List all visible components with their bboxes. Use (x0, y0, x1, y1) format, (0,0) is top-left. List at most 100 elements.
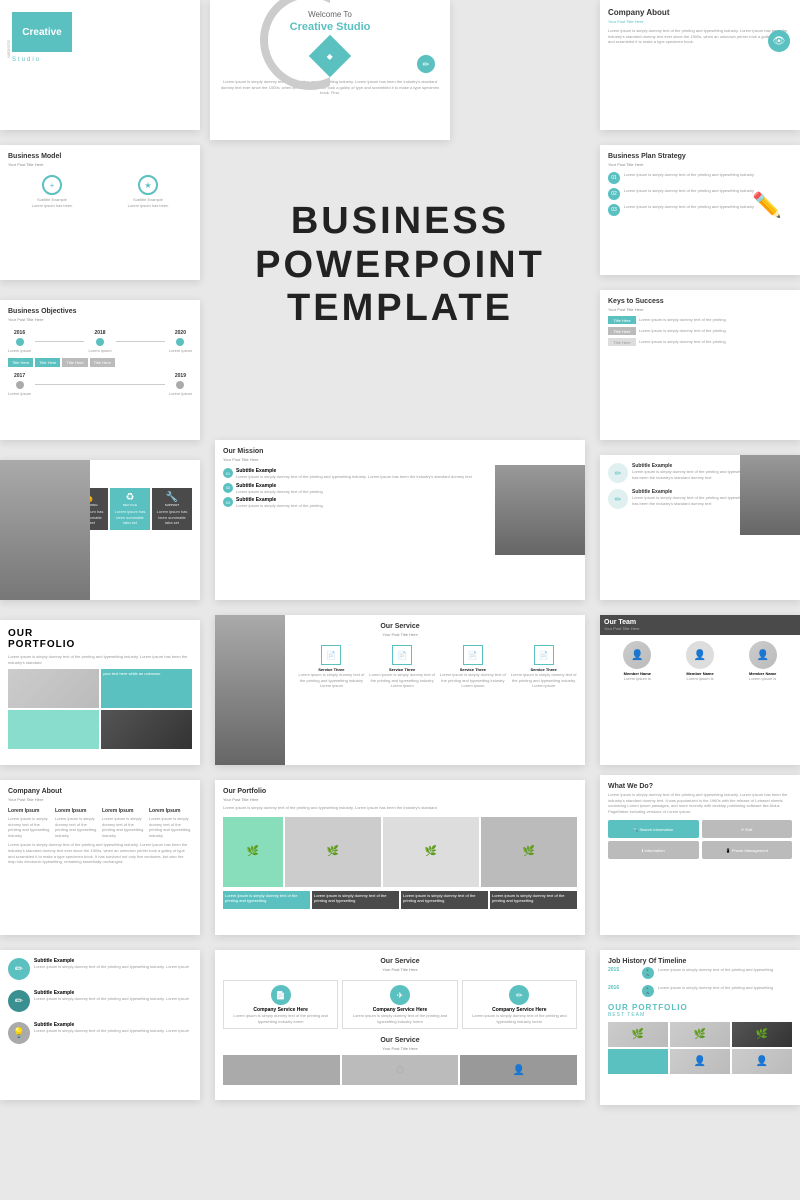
slide-business-plan: Business Plan Strategy Your Post Title H… (600, 145, 800, 275)
wwd-buttons[interactable]: 🔍 Search Information ✏ Edit ℹ Informatio… (608, 820, 792, 859)
avatar-3: 👤 (749, 641, 777, 669)
sub-ex-3: 💡 Subtitle Example Lorem ipsum is simply… (8, 1022, 192, 1044)
btn-information[interactable]: ℹ Information (608, 841, 699, 859)
svc-bottom-title: Our Service (223, 958, 577, 965)
pr-cell-2: 🌿 (670, 1022, 730, 1047)
slide-our-team: Our Team Your Post Title Here 👤 Member N… (600, 615, 800, 765)
port-img-1: 🌿 (223, 817, 283, 887)
mission-title: Our Mission (223, 448, 577, 455)
main-title: BUSINESS POWERPOINT TEMPLATE (230, 200, 570, 331)
btn-phone[interactable]: 📱 Phone Management (702, 841, 793, 859)
service-man-image (215, 615, 285, 765)
logo-creative: Creative (22, 27, 61, 38)
btn-search-info[interactable]: 🔍 Search Information (608, 820, 699, 838)
jh-item-2015: 2015 🚶 Lorem ipsum is simply dummy text … (608, 967, 792, 979)
svc-icon-1: 📄 (271, 985, 291, 1005)
vertical-website-text: WEBSITE (6, 40, 11, 58)
pr-grid: 🌿 🌿 🌿 👤 👤 (608, 1022, 792, 1074)
title-badges: Title Here Title Here Title Here Title H… (8, 358, 192, 367)
ks-subtitle: Your Post Title Here (608, 307, 792, 312)
service-col-1: 📄 Service Three Lorem ipsum is simply du… (298, 645, 365, 689)
sub-ex-icon-1: ✏ (8, 958, 30, 980)
wwd-right-body: Lorem ipsum is simply dummy text of the … (608, 792, 792, 814)
avatar-1: 👤 (623, 641, 651, 669)
pr-cell-3: 🌿 (732, 1022, 792, 1047)
pencil-icon: ✏ (417, 55, 435, 73)
logo-studio: Studio (12, 57, 188, 63)
tl-line-2 (116, 341, 165, 342)
sub-ex-1: ✏ Subtitle Example Lorem ipsum is simply… (8, 958, 192, 980)
jh-title: Job History Of Timeline (608, 958, 792, 965)
portfolio-body: Lorem ipsum is simply dummy text of the … (8, 654, 192, 665)
slide-subtitle-examples-right: ✏ Subtitle Example Lorem ipsum is simply… (600, 455, 800, 600)
bo-title: Business Objectives (8, 308, 192, 315)
icon-support: 🔧 SUPPORT Lorem ipsum has been summatte … (152, 488, 192, 530)
our-portfolio-right-section: OUR PORTFOLIO BEST TEAM 🌿 🌿 🌿 👤 👤 (608, 1003, 792, 1074)
pg-cell-4 (101, 710, 192, 749)
sub-ex-2: ✏ Subtitle Example Lorem ipsum is simply… (8, 990, 192, 1012)
our-portfolio-right-title: OUR PORTFOLIO (608, 1003, 792, 1012)
wheel-decoration (250, 0, 330, 100)
company-about-body: Lorem ipsum is simply dummy text of the … (608, 28, 792, 45)
slide-our-portfolio-center: Our Portfolio Your Post Title Here Lorem… (215, 780, 585, 935)
btn-edit[interactable]: ✏ Edit (702, 820, 793, 838)
jh-icon-2: 🚶 (642, 985, 654, 997)
pr-cell-1: 🌿 (608, 1022, 668, 1047)
mountain-image (740, 455, 800, 535)
svc-card-1: 📄 Company Service Here Lorem ipsum is si… (223, 980, 338, 1029)
bo-subtitle: Your Post Title Here (8, 317, 192, 322)
ca-col-2: Lorem Ipsum Lorem ipsum is simply dummy … (55, 808, 98, 838)
port-img-3: 🌿 (383, 817, 479, 887)
slide-keys-success: Keys to Success Your Post Title Here Tit… (600, 290, 800, 440)
ca-bottom-title: Company About (8, 788, 192, 795)
pg-cell-2: your text here while an unknown (101, 669, 192, 708)
company-about-subtitle: Your Post Title Here (608, 19, 792, 24)
slide-our-service-center: Our Service Your Post Title Here 📄 Servi… (215, 615, 585, 765)
team-members: 👤 Member Name Lorem ipsum is 👤 Member Na… (608, 641, 792, 682)
port-img-2: 🌿 (285, 817, 381, 887)
se-icon-1: ✏ (608, 463, 628, 483)
bm-icon-plus: + Subtitle Example Lorem ipsum has been (8, 175, 96, 208)
jh-icon-1: 🚶 (642, 967, 654, 979)
member-2: 👤 Member Name Lorem ipsum is (671, 641, 730, 682)
company-about-title: Company About (608, 8, 792, 17)
icon-recycle: ♻ RECYCLE Lorem ipsum has been summatte … (110, 488, 150, 530)
bm-icon-star: ★ Subtitle Example Lorem ipsum has been (104, 175, 192, 208)
slide-what-we-do-right: What We Do? Lorem ipsum is simply dummy … (600, 775, 800, 935)
main-container: BUSINESS POWERPOINT TEMPLATE WEBSITE Cre… (0, 0, 800, 1200)
logo-box: Creative (12, 12, 72, 52)
slide-business-objectives: Business Objectives Your Post Title Here… (0, 300, 200, 440)
ks-title: Keys to Success (608, 298, 792, 305)
pr-cell-4 (608, 1049, 668, 1074)
ca-bottom-subtitle: Your Post Title Here (8, 797, 192, 802)
svc-bottom-subtitle: Your Post Title Here (223, 967, 577, 972)
bp-title: Business Plan Strategy (608, 153, 792, 160)
tl-2018: 2018 Lorem ipsum (88, 330, 111, 354)
man-image (0, 460, 90, 600)
pencil-decoration: ✏️ (742, 165, 792, 245)
svc-card-3: ✏ Company Service Here Lorem ipsum is si… (462, 980, 577, 1029)
hiker-image (495, 465, 585, 555)
tl-2016: 2016 Lorem ipsum (8, 330, 31, 354)
ca-footer: Lorem ipsum is simply dummy text of the … (8, 842, 192, 864)
ca-col-3: Lorem Ipsum Lorem ipsum is simply dummy … (102, 808, 145, 838)
slide-welcome: Welcome To Creative Studio ◆ Lorem ipsum… (210, 0, 450, 140)
center-title: BUSINESS POWERPOINT TEMPLATE (230, 200, 570, 331)
member-3: 👤 Member Name Lorem ipsum is (733, 641, 792, 682)
tl-line (35, 341, 84, 342)
portfolio-bars: Lorem ipsum is simply dummy text of the … (223, 889, 577, 909)
ks-row-1: Title Here Lorem ipsum is simply dummy t… (608, 316, 792, 324)
slide-subtitle-examples-bottom: ✏ Subtitle Example Lorem ipsum is simply… (0, 950, 200, 1100)
portfolio-center-title: Our Portfolio (223, 788, 577, 795)
tl-2017: 2017 Lorem ipsum (8, 373, 31, 397)
portfolio-grid: your text here while an unknown (8, 669, 192, 749)
slide-creative-studio: WEBSITE Creative Studio (0, 0, 200, 130)
service-col-2: 📄 Service Three Lorem ipsum is simply du… (369, 645, 436, 689)
svc-icon-3: ✏ (509, 985, 529, 1005)
ca-col-4: Lorem Ipsum Lorem ipsum is simply dummy … (149, 808, 192, 838)
portfolio-img-grid: 🌿 🌿 🌿 🌿 (223, 817, 577, 887)
portfolio-center-body: Lorem ipsum is simply dummy text of the … (223, 805, 577, 811)
pg-cell-3 (8, 710, 99, 749)
service-cols: 📄 Service Three Lorem ipsum is simply du… (298, 645, 577, 689)
avatar-2: 👤 (686, 641, 714, 669)
